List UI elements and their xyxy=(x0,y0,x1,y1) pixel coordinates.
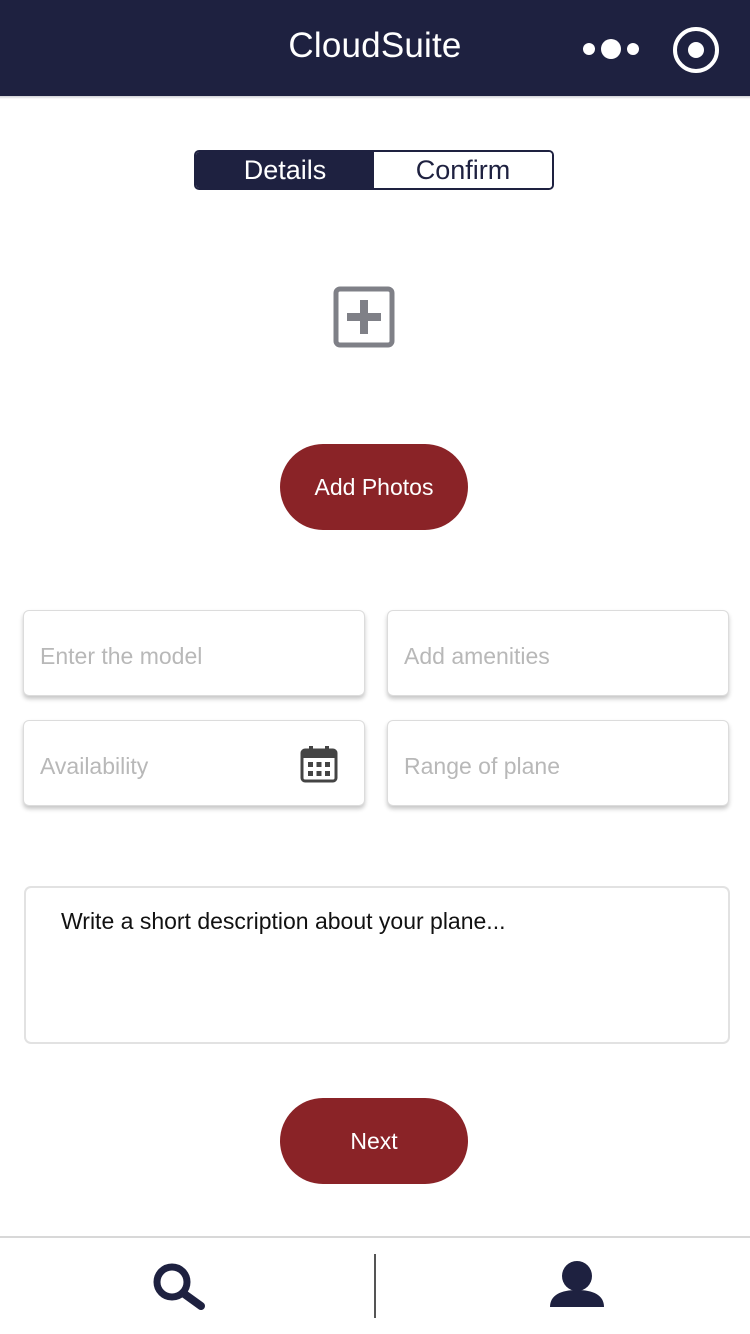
amenities-field[interactable]: Add amenities xyxy=(387,610,729,696)
tab-details[interactable]: Details xyxy=(196,152,374,188)
record-circle-icon[interactable] xyxy=(673,27,719,73)
model-field[interactable]: Enter the model xyxy=(23,610,365,696)
app-header: CloudSuite xyxy=(0,0,750,96)
bottom-nav xyxy=(0,1236,750,1334)
add-box-icon[interactable] xyxy=(333,286,395,348)
model-placeholder: Enter the model xyxy=(40,643,203,669)
header-shadow xyxy=(0,96,750,99)
user-icon[interactable] xyxy=(547,1260,607,1312)
tab-confirm[interactable]: Confirm xyxy=(374,152,552,188)
next-button[interactable]: Next xyxy=(280,1098,468,1184)
availability-field[interactable]: Availability xyxy=(23,720,365,806)
add-photos-button[interactable]: Add Photos xyxy=(280,444,468,530)
description-textarea[interactable]: Write a short description about your pla… xyxy=(24,886,730,1044)
range-placeholder: Range of plane xyxy=(404,753,561,779)
amenities-placeholder: Add amenities xyxy=(404,643,550,669)
calendar-icon[interactable] xyxy=(300,745,338,783)
nav-divider xyxy=(374,1254,376,1318)
more-dots-icon[interactable] xyxy=(583,36,639,62)
search-icon[interactable] xyxy=(148,1260,208,1312)
range-field[interactable]: Range of plane xyxy=(387,720,729,806)
description-placeholder: Write a short description about your pla… xyxy=(61,908,506,934)
availability-placeholder: Availability xyxy=(40,753,149,779)
step-tabs: Details Confirm xyxy=(194,150,554,190)
